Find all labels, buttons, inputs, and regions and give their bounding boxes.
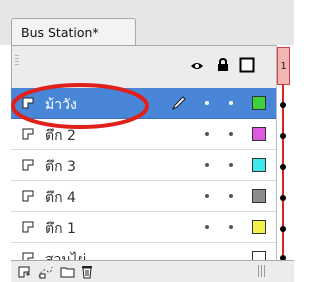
layers-header — [11, 45, 294, 88]
layer-row[interactable]: ตึก 4 — [11, 181, 276, 212]
timeline-panel: Bus Station* ม้าวัง ตึก 2 ตึก 3 ตึก 4 ตึ… — [0, 0, 295, 282]
new-layer-icon[interactable] — [17, 265, 31, 279]
eye-icon[interactable] — [190, 60, 204, 72]
layer-icon — [22, 97, 34, 109]
visibility-dot[interactable] — [205, 101, 209, 105]
layer-row[interactable]: ตึก 3 — [11, 150, 276, 181]
lock-dot[interactable] — [229, 163, 233, 167]
layer-name[interactable]: ตึก 2 — [45, 125, 76, 147]
layer-icon — [22, 221, 34, 233]
lock-dot[interactable] — [229, 101, 233, 105]
lock-dot[interactable] — [229, 225, 233, 229]
layer-row[interactable]: ม้าวัง — [11, 88, 276, 119]
layer-icon — [22, 252, 34, 260]
layer-name[interactable]: ตึก 1 — [45, 218, 76, 240]
layer-row[interactable]: ตึก 2 — [11, 119, 276, 150]
layer-row[interactable]: สวนไผ่ — [11, 243, 276, 260]
frame-number[interactable]: 1 — [277, 47, 290, 85]
outline-color-swatch[interactable] — [252, 220, 266, 234]
keyframe[interactable] — [280, 164, 286, 170]
outline-color-swatch[interactable] — [252, 96, 266, 110]
outline-color-swatch[interactable] — [252, 127, 266, 141]
keyframe[interactable] — [280, 102, 286, 108]
lock-dot[interactable] — [229, 132, 233, 136]
pencil-icon — [171, 96, 186, 111]
keyframe[interactable] — [280, 195, 286, 201]
layer-row[interactable]: ตึก 1 — [11, 212, 276, 243]
lock-icon[interactable] — [217, 58, 229, 72]
visibility-dot[interactable] — [205, 225, 209, 229]
outline-icon[interactable] — [239, 57, 255, 73]
layer-icon — [22, 159, 34, 171]
layer-name[interactable]: ตึก 3 — [45, 156, 76, 178]
delete-layer-icon[interactable] — [81, 264, 93, 279]
outline-color-swatch[interactable] — [252, 251, 266, 260]
layer-name[interactable]: ม้าวัง — [45, 94, 77, 116]
layer-name[interactable]: ตึก 4 — [45, 187, 76, 209]
panel-grip[interactable] — [15, 55, 19, 67]
scrollbar-grip[interactable] — [258, 265, 266, 277]
lock-dot[interactable] — [229, 194, 233, 198]
keyframe[interactable] — [280, 133, 286, 139]
layer-icon — [22, 190, 34, 202]
layer-icon — [22, 128, 34, 140]
keyframe[interactable] — [280, 226, 286, 232]
visibility-dot[interactable] — [205, 194, 209, 198]
tab-title: Bus Station* — [21, 25, 99, 40]
motion-guide-icon[interactable] — [37, 265, 53, 279]
layer-toolbar — [11, 260, 294, 282]
visibility-dot[interactable] — [205, 163, 209, 167]
outline-color-swatch[interactable] — [252, 158, 266, 172]
layer-name[interactable]: สวนไผ่ — [45, 249, 86, 260]
outline-color-swatch[interactable] — [252, 189, 266, 203]
playhead[interactable] — [282, 85, 284, 275]
document-tab[interactable]: Bus Station* — [11, 18, 136, 45]
new-folder-icon[interactable] — [60, 265, 75, 278]
visibility-dot[interactable] — [205, 132, 209, 136]
